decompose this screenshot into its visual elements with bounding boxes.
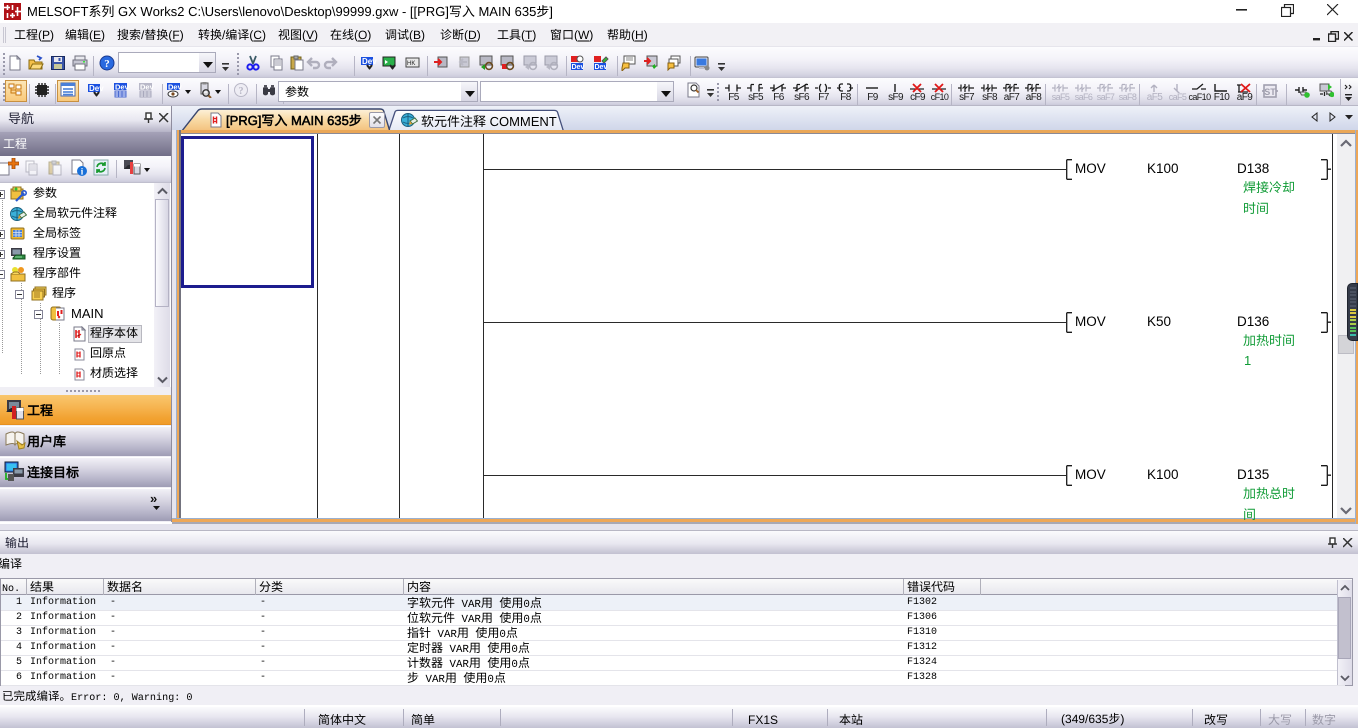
svg-text:Dev: Dev xyxy=(595,64,608,71)
svg-text:Dev: Dev xyxy=(115,83,130,92)
svg-text:Dev: Dev xyxy=(168,83,183,92)
svg-text:Dev: Dev xyxy=(572,64,585,71)
svg-text:Dev: Dev xyxy=(362,57,377,66)
svg-text:?: ? xyxy=(104,58,110,70)
svg-text:Dev: Dev xyxy=(140,83,155,92)
svg-text:?: ? xyxy=(239,86,244,97)
svg-text:HK: HK xyxy=(407,61,415,67)
svg-text:Dev: Dev xyxy=(89,84,104,93)
svg-text:ST: ST xyxy=(1264,87,1276,97)
